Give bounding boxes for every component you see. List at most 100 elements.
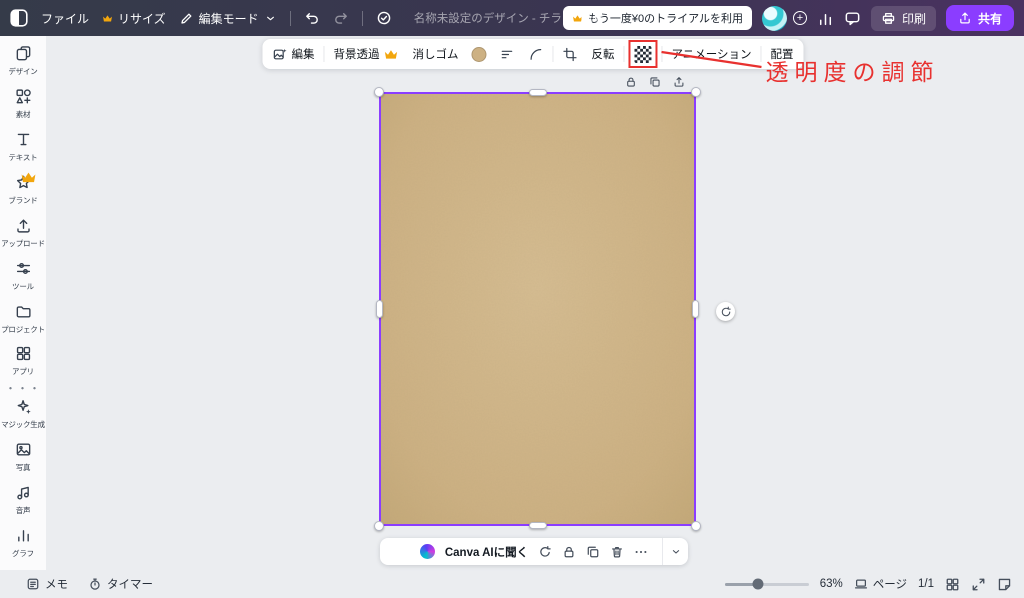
zoom-slider-thumb[interactable] (752, 578, 764, 590)
sidebar-item-uploads[interactable]: アップロード (0, 217, 46, 252)
more-options-button[interactable] (634, 545, 648, 559)
sidebar-item-projects[interactable]: プロジェクト (0, 303, 46, 338)
comments-button[interactable] (844, 10, 861, 27)
divider (323, 46, 325, 62)
sidebar-label: アップロード (1, 238, 45, 248)
print-button[interactable]: 印刷 (870, 5, 936, 31)
sidebar-item-charts[interactable]: グラフ (0, 527, 46, 562)
sidebar-item-elements[interactable]: 素材 (0, 88, 46, 123)
avatar[interactable] (761, 5, 787, 31)
add-member-button[interactable]: + (792, 11, 807, 25)
delete-page-button[interactable] (610, 545, 624, 559)
timer-button[interactable]: タイマー (88, 576, 153, 592)
edit-mode-button[interactable]: 編集モード (179, 10, 277, 27)
refresh-button[interactable] (538, 545, 552, 559)
sidebar-item-audio[interactable]: 音声 (0, 484, 46, 519)
selection-quick-actions (625, 76, 685, 88)
resize-handle-top-right[interactable] (691, 87, 701, 97)
redo-button[interactable] (333, 10, 349, 26)
divider (361, 10, 363, 26)
design-title[interactable]: 名称未設定のデザイン - チラシ（A4） (414, 10, 611, 26)
resize-handle-left[interactable] (376, 300, 383, 318)
resize-handle-right[interactable] (692, 300, 699, 318)
page-indicator: 1/1 (918, 578, 934, 590)
sidebar-label: 素材 (15, 109, 31, 119)
page-curl-icon (998, 578, 1011, 590)
magic-sparkle-icon (17, 400, 31, 415)
sidebar-label: 写真 (15, 463, 31, 473)
sidebar-item-text[interactable]: テキスト (0, 131, 46, 166)
eraser-button[interactable]: 消しゴム (405, 39, 465, 69)
sidebar-item-apps[interactable]: アプリ (0, 345, 46, 380)
crop-button[interactable] (555, 39, 584, 69)
sidebar-item-photos[interactable]: 写真 (0, 441, 46, 476)
sidebar-item-magic-generate[interactable]: マジック生成 (0, 398, 46, 433)
export-icon (960, 12, 970, 24)
sidebar-label: 音声 (15, 506, 31, 516)
canva-home-button[interactable] (10, 9, 28, 27)
sidebar-item-tools[interactable]: ツール (0, 260, 46, 295)
undo-button[interactable] (304, 10, 320, 26)
pages-view-button[interactable]: ページ (854, 576, 907, 592)
divider (289, 10, 291, 26)
canva-logo-icon (10, 9, 28, 27)
transparency-button[interactable] (634, 45, 652, 63)
chat-bubble-icon (845, 11, 860, 25)
present-button[interactable] (997, 577, 1012, 592)
grid-view-button[interactable] (945, 577, 960, 592)
share-element-button[interactable] (673, 76, 685, 88)
sidebar-label: デザイン (8, 67, 38, 76)
fullscreen-button[interactable] (971, 577, 986, 592)
design-icon (16, 46, 30, 61)
duplicate-button[interactable] (649, 76, 661, 88)
resize-handle-top[interactable] (528, 89, 547, 96)
crown-icon (383, 47, 398, 62)
trash-icon (612, 546, 623, 558)
sidebar-more-dots[interactable]: ・・・ (5, 384, 41, 395)
lock-button[interactable] (625, 76, 637, 88)
curve-button[interactable] (521, 39, 550, 69)
sidebar-item-brand[interactable]: ブランド (0, 174, 46, 209)
share-button[interactable]: 共有 (945, 5, 1014, 31)
zoom-slider[interactable] (724, 578, 809, 590)
collapse-bar-button[interactable] (662, 538, 688, 565)
animation-button[interactable]: アニメーション (664, 39, 758, 69)
resize-button[interactable]: リサイズ (102, 10, 166, 27)
notes-button[interactable]: メモ (26, 576, 68, 592)
design-page[interactable] (374, 77, 735, 531)
flip-button[interactable]: 反転 (584, 39, 621, 69)
resize-handle-bottom[interactable] (528, 522, 547, 529)
kraft-paper-image[interactable] (380, 93, 695, 525)
statusbar: メモ タイマー 63% ページ 1/1 (0, 570, 1024, 598)
color-swatch-button[interactable] (471, 46, 487, 62)
divider (760, 46, 762, 62)
duplicate-icon (587, 546, 599, 557)
ask-canva-ai-button[interactable]: Canva AIに聞く (445, 544, 528, 560)
insights-button[interactable] (817, 10, 834, 27)
edit-image-button[interactable]: 編集 (265, 39, 321, 69)
music-note-icon (16, 486, 29, 500)
folder-icon (16, 305, 31, 318)
lock-page-button[interactable] (562, 545, 576, 559)
background-remove-button[interactable]: 背景透過 (326, 39, 405, 69)
resize-handle-top-left[interactable] (374, 87, 384, 97)
sidebar-label: アプリ (12, 367, 34, 377)
sidebar-label: テキスト (8, 152, 38, 162)
elements-icon (15, 89, 31, 104)
sidebar: デザイン 素材 テキスト ブランド アップロード ツール プロジェクト アプリ … (0, 36, 46, 570)
annotation-text: 透明度の調節 (765, 59, 940, 85)
undo-icon (305, 13, 318, 24)
resize-handle-bottom-right[interactable] (691, 521, 701, 531)
statusbar-right-group: 63% ページ 1/1 (724, 576, 1012, 592)
saved-status-icon (376, 10, 392, 26)
resize-handle-bottom-left[interactable] (374, 521, 384, 531)
trial-label: もう一度¥0のトライアルを利用 (588, 13, 743, 25)
rotate-handle[interactable] (716, 302, 735, 321)
adjust-button[interactable] (492, 39, 521, 69)
canva-ai-icon (419, 544, 435, 559)
duplicate-page-button[interactable] (586, 545, 600, 559)
file-menu-button[interactable]: ファイル (41, 10, 89, 27)
photo-icon (16, 443, 30, 456)
upload-icon (16, 219, 30, 233)
sidebar-item-design[interactable]: デザイン (0, 45, 46, 80)
